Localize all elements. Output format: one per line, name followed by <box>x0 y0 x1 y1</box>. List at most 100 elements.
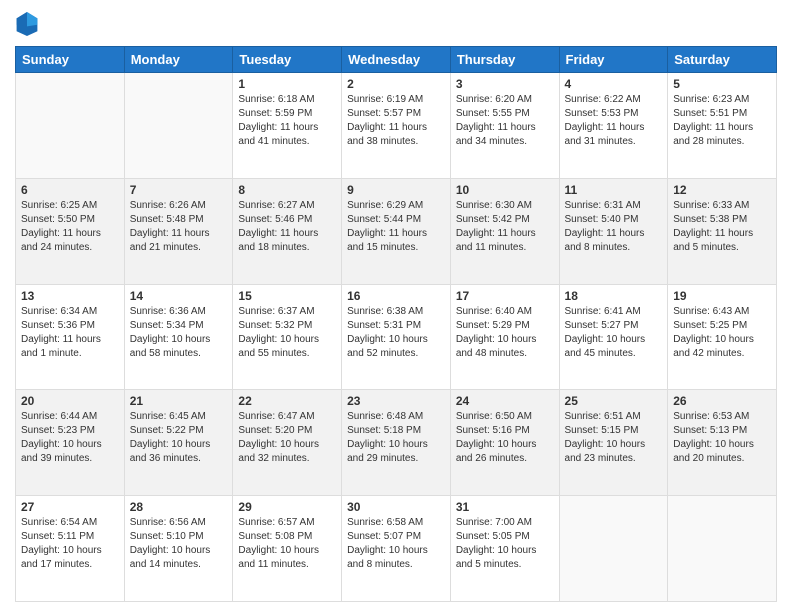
calendar-cell: 10 Sunrise: 6:30 AM Sunset: 5:42 PM Dayli… <box>450 178 559 284</box>
header-wednesday: Wednesday <box>342 47 451 73</box>
header-thursday: Thursday <box>450 47 559 73</box>
day-info: Sunrise: 6:50 AM Sunset: 5:16 PM Dayligh… <box>456 410 554 466</box>
day-number: 28 <box>130 500 228 514</box>
calendar-cell: 5 Sunrise: 6:23 AM Sunset: 5:51 PM Daylig… <box>668 73 777 179</box>
day-info: Sunrise: 6:37 AM Sunset: 5:32 PM Dayligh… <box>238 305 336 361</box>
calendar-cell: 18 Sunrise: 6:41 AM Sunset: 5:27 PM Dayli… <box>559 284 668 390</box>
calendar-cell: 19 Sunrise: 6:43 AM Sunset: 5:25 PM Dayli… <box>668 284 777 390</box>
header-friday: Friday <box>559 47 668 73</box>
day-number: 2 <box>347 77 445 91</box>
day-info: Sunrise: 6:29 AM Sunset: 5:44 PM Dayligh… <box>347 199 445 255</box>
day-info: Sunrise: 6:51 AM Sunset: 5:15 PM Dayligh… <box>565 410 663 466</box>
day-info: Sunrise: 6:31 AM Sunset: 5:40 PM Dayligh… <box>565 199 663 255</box>
calendar-cell <box>668 496 777 602</box>
calendar-week-1: 1Sunrise: 6:18 AM Sunset: 5:59 PM Daylig… <box>16 73 777 179</box>
day-info: Sunrise: 6:26 AM Sunset: 5:48 PM Dayligh… <box>130 199 228 255</box>
day-info: Sunrise: 6:57 AM Sunset: 5:08 PM Dayligh… <box>238 516 336 572</box>
day-number: 9 <box>347 183 445 197</box>
calendar-cell: 16 Sunrise: 6:38 AM Sunset: 5:31 PM Dayli… <box>342 284 451 390</box>
day-number: 20 <box>21 394 119 408</box>
calendar-cell: 7 Sunrise: 6:26 AM Sunset: 5:48 PM Daylig… <box>124 178 233 284</box>
day-number: 19 <box>673 289 771 303</box>
day-number: 23 <box>347 394 445 408</box>
calendar-table: SundayMondayTuesdayWednesdayThursdayFrid… <box>15 46 777 602</box>
day-info: Sunrise: 6:44 AM Sunset: 5:23 PM Dayligh… <box>21 410 119 466</box>
calendar-cell: 23 Sunrise: 6:48 AM Sunset: 5:18 PM Dayli… <box>342 390 451 496</box>
calendar-cell: 29 Sunrise: 6:57 AM Sunset: 5:08 PM Dayli… <box>233 496 342 602</box>
calendar-cell: 21 Sunrise: 6:45 AM Sunset: 5:22 PM Dayli… <box>124 390 233 496</box>
day-number: 18 <box>565 289 663 303</box>
calendar-cell: 2 Sunrise: 6:19 AM Sunset: 5:57 PM Daylig… <box>342 73 451 179</box>
day-number: 11 <box>565 183 663 197</box>
calendar-cell: 15 Sunrise: 6:37 AM Sunset: 5:32 PM Dayli… <box>233 284 342 390</box>
calendar-week-3: 13Sunrise: 6:34 AM Sunset: 5:36 PM Dayli… <box>16 284 777 390</box>
calendar-header-row: SundayMondayTuesdayWednesdayThursdayFrid… <box>16 47 777 73</box>
day-info: Sunrise: 6:33 AM Sunset: 5:38 PM Dayligh… <box>673 199 771 255</box>
header-tuesday: Tuesday <box>233 47 342 73</box>
day-info: Sunrise: 6:45 AM Sunset: 5:22 PM Dayligh… <box>130 410 228 466</box>
day-number: 4 <box>565 77 663 91</box>
logo-icon <box>15 10 39 38</box>
day-number: 24 <box>456 394 554 408</box>
day-info: Sunrise: 6:58 AM Sunset: 5:07 PM Dayligh… <box>347 516 445 572</box>
header-monday: Monday <box>124 47 233 73</box>
day-number: 17 <box>456 289 554 303</box>
day-number: 14 <box>130 289 228 303</box>
calendar-cell: 28 Sunrise: 6:56 AM Sunset: 5:10 PM Dayli… <box>124 496 233 602</box>
calendar-cell: 20 Sunrise: 6:44 AM Sunset: 5:23 PM Dayli… <box>16 390 125 496</box>
calendar-cell: 22Sunrise: 6:47 AM Sunset: 5:20 PM Dayli… <box>233 390 342 496</box>
calendar-cell <box>124 73 233 179</box>
day-info: Sunrise: 6:41 AM Sunset: 5:27 PM Dayligh… <box>565 305 663 361</box>
calendar-cell: 30Sunrise: 6:58 AM Sunset: 5:07 PM Dayli… <box>342 496 451 602</box>
day-info: Sunrise: 6:53 AM Sunset: 5:13 PM Dayligh… <box>673 410 771 466</box>
day-number: 29 <box>238 500 336 514</box>
calendar-week-4: 20 Sunrise: 6:44 AM Sunset: 5:23 PM Dayli… <box>16 390 777 496</box>
calendar-cell: 4 Sunrise: 6:22 AM Sunset: 5:53 PM Daylig… <box>559 73 668 179</box>
calendar-cell: 14 Sunrise: 6:36 AM Sunset: 5:34 PM Dayli… <box>124 284 233 390</box>
calendar-cell: 11 Sunrise: 6:31 AM Sunset: 5:40 PM Dayli… <box>559 178 668 284</box>
day-info: Sunrise: 6:43 AM Sunset: 5:25 PM Dayligh… <box>673 305 771 361</box>
day-number: 10 <box>456 183 554 197</box>
calendar-cell: 17 Sunrise: 6:40 AM Sunset: 5:29 PM Dayli… <box>450 284 559 390</box>
day-info: Sunrise: 6:48 AM Sunset: 5:18 PM Dayligh… <box>347 410 445 466</box>
calendar-cell: 31 Sunrise: 7:00 AM Sunset: 5:05 PM Dayli… <box>450 496 559 602</box>
day-info: Sunrise: 6:22 AM Sunset: 5:53 PM Dayligh… <box>565 93 663 149</box>
calendar-week-2: 6Sunrise: 6:25 AM Sunset: 5:50 PM Daylig… <box>16 178 777 284</box>
day-number: 7 <box>130 183 228 197</box>
day-number: 6 <box>21 183 119 197</box>
day-number: 31 <box>456 500 554 514</box>
day-info: Sunrise: 6:38 AM Sunset: 5:31 PM Dayligh… <box>347 305 445 361</box>
day-number: 22 <box>238 394 336 408</box>
day-info: Sunrise: 6:30 AM Sunset: 5:42 PM Dayligh… <box>456 199 554 255</box>
day-info: Sunrise: 6:23 AM Sunset: 5:51 PM Dayligh… <box>673 93 771 149</box>
day-number: 27 <box>21 500 119 514</box>
header <box>15 10 777 38</box>
day-number: 8 <box>238 183 336 197</box>
day-info: Sunrise: 6:36 AM Sunset: 5:34 PM Dayligh… <box>130 305 228 361</box>
day-number: 21 <box>130 394 228 408</box>
calendar-cell: 12 Sunrise: 6:33 AM Sunset: 5:38 PM Dayli… <box>668 178 777 284</box>
day-info: Sunrise: 6:19 AM Sunset: 5:57 PM Dayligh… <box>347 93 445 149</box>
day-number: 5 <box>673 77 771 91</box>
logo <box>15 10 43 38</box>
day-number: 25 <box>565 394 663 408</box>
day-info: Sunrise: 6:54 AM Sunset: 5:11 PM Dayligh… <box>21 516 119 572</box>
calendar-cell: 9 Sunrise: 6:29 AM Sunset: 5:44 PM Daylig… <box>342 178 451 284</box>
day-number: 16 <box>347 289 445 303</box>
day-info: Sunrise: 6:20 AM Sunset: 5:55 PM Dayligh… <box>456 93 554 149</box>
calendar-cell: 3Sunrise: 6:20 AM Sunset: 5:55 PM Daylig… <box>450 73 559 179</box>
day-info: Sunrise: 6:34 AM Sunset: 5:36 PM Dayligh… <box>21 305 119 361</box>
day-number: 15 <box>238 289 336 303</box>
day-info: Sunrise: 7:00 AM Sunset: 5:05 PM Dayligh… <box>456 516 554 572</box>
header-saturday: Saturday <box>668 47 777 73</box>
calendar-cell: 13Sunrise: 6:34 AM Sunset: 5:36 PM Dayli… <box>16 284 125 390</box>
calendar-cell: 27 Sunrise: 6:54 AM Sunset: 5:11 PM Dayli… <box>16 496 125 602</box>
day-info: Sunrise: 6:56 AM Sunset: 5:10 PM Dayligh… <box>130 516 228 572</box>
calendar-cell: 26 Sunrise: 6:53 AM Sunset: 5:13 PM Dayli… <box>668 390 777 496</box>
calendar-cell: 24 Sunrise: 6:50 AM Sunset: 5:16 PM Dayli… <box>450 390 559 496</box>
day-number: 26 <box>673 394 771 408</box>
day-info: Sunrise: 6:40 AM Sunset: 5:29 PM Dayligh… <box>456 305 554 361</box>
day-number: 1 <box>238 77 336 91</box>
day-number: 12 <box>673 183 771 197</box>
calendar-cell: 8Sunrise: 6:27 AM Sunset: 5:46 PM Daylig… <box>233 178 342 284</box>
